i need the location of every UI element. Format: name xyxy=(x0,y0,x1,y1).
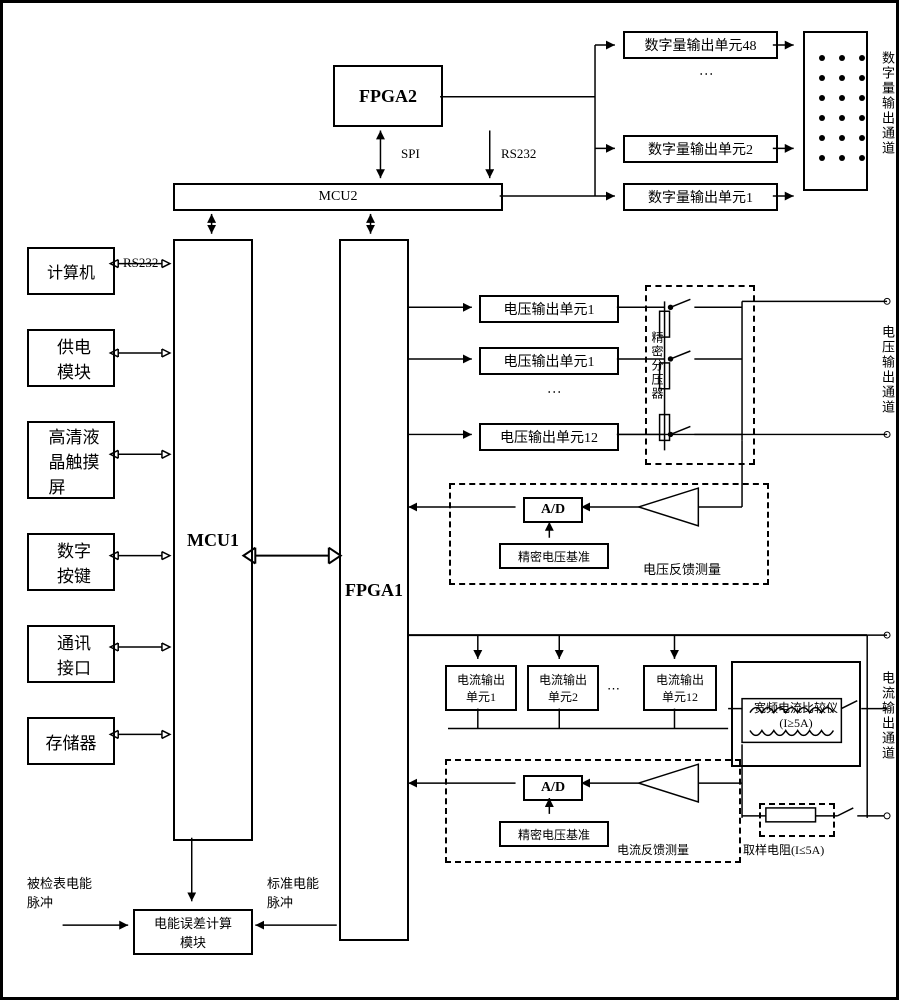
mcu1-block: MCU1 xyxy=(173,239,253,841)
lcd-touch-block: 高清液 晶触摸 屏 xyxy=(27,421,115,499)
volt-out-1a: 电压输出单元1 xyxy=(479,295,619,323)
tested-pulse-label: 被检表电能 脉冲 xyxy=(27,873,92,911)
current-out-dots: ⋯ xyxy=(607,681,620,697)
volt-out-12: 电压输出单元12 xyxy=(479,423,619,451)
precision-vref2: 精密电压基准 xyxy=(499,821,609,847)
fpga1-block: FPGA1 xyxy=(339,239,409,941)
digital-out-channel-label: 数字量输出通道 xyxy=(878,51,897,156)
sample-resistor-label: 取样电阻(I≤5A) xyxy=(743,841,824,858)
energy-error-block: 电能误差计算 模块 xyxy=(133,909,253,955)
current-feedback-label: 电流反馈测量 xyxy=(617,841,689,858)
current-out-12: 电流输出 单元12 xyxy=(643,665,717,711)
digital-out-channel xyxy=(803,31,868,191)
volt-out-1b: 电压输出单元1 xyxy=(479,347,619,375)
memory-block: 存储器 xyxy=(27,717,115,765)
rs232-b-label: RS232 xyxy=(123,255,158,271)
sample-resistor-box xyxy=(759,803,835,837)
standard-pulse-label: 标准电能 脉冲 xyxy=(267,873,319,911)
precision-divider-label: 精密分压器 xyxy=(649,331,666,401)
mcu2-block: MCU2 xyxy=(173,183,503,211)
current-out-channel-label: 电流输出通道 xyxy=(878,671,897,761)
current-out-2: 电流输出 单元2 xyxy=(527,665,599,711)
broadband-comparator: 宽频电流比较仪 (I≥5A) xyxy=(731,661,861,767)
volt-out-dots: ⋮ xyxy=(545,385,561,399)
keypad-block: 数字 按键 xyxy=(27,533,115,591)
ad2-block: A/D xyxy=(523,775,583,801)
fpga2-block: FPGA2 xyxy=(333,65,443,127)
current-out-1: 电流输出 单元1 xyxy=(445,665,517,711)
computer-block: 计算机 xyxy=(27,247,115,295)
volt-out-channel-label: 电压输出通道 xyxy=(878,325,897,415)
broadband-comparator-label: 宽频电流比较仪 (I≥5A) xyxy=(737,699,855,731)
comm-interface-block: 通讯 接口 xyxy=(27,625,115,683)
digital-out-dots: ⋮ xyxy=(697,67,713,81)
digital-out-1: 数字量输出单元1 xyxy=(623,183,778,211)
rs232-a-label: RS232 xyxy=(501,146,536,162)
digital-out-48: 数字量输出单元48 xyxy=(623,31,778,59)
current-feedback-box xyxy=(445,759,741,863)
volt-feedback-label: 电压反馈测量 xyxy=(643,559,721,578)
diagram-container: FPGA2 数字量输出单元48 数字量输出单元2 数字量输出单元1 ⋮ 数字量输… xyxy=(0,0,899,1000)
spi-label: SPI xyxy=(401,146,420,162)
precision-vref1: 精密电压基准 xyxy=(499,543,609,569)
power-module-block: 供电 模块 xyxy=(27,329,115,387)
digital-out-2: 数字量输出单元2 xyxy=(623,135,778,163)
ad1-block: A/D xyxy=(523,497,583,523)
